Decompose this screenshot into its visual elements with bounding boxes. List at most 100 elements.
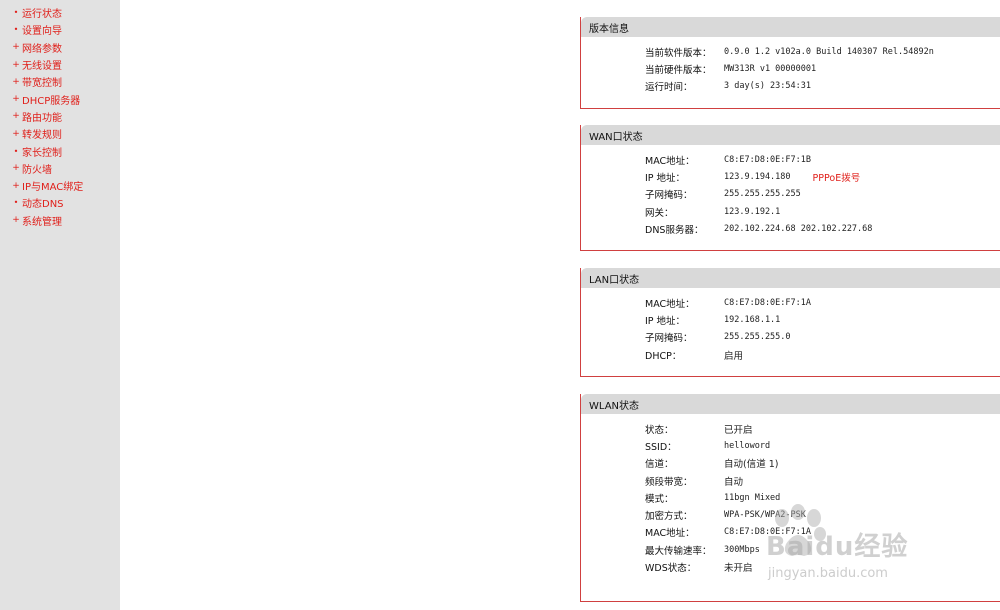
wlan-ssid-value: helloword: [724, 440, 771, 451]
row-label: 信道：: [645, 459, 674, 471]
row-label: MAC地址：: [645, 298, 695, 310]
lan-mac-value: C8:E7:D8:0E:F7:1A: [724, 297, 811, 308]
sidebar-item-label: 路由功能: [22, 112, 62, 124]
wlan-mac-value: C8:E7:D8:0E:F7:1A: [724, 527, 811, 538]
wlan-status-panel: WLAN状态 状态： 已开启 SSID： helloword 信道： 自动(信道 1)…: [580, 394, 1000, 602]
row-label: 运行时间：: [645, 82, 693, 94]
sidebar-item-ip-mac-binding[interactable]: + IP与MAC绑定: [0, 177, 120, 194]
connection-type-label: PPPoE拨号: [812, 172, 861, 184]
sidebar-item-routing[interactable]: + 路由功能: [0, 108, 120, 125]
lan-ip-value: 192.168.1.1: [724, 314, 781, 325]
wlan-mode-value: 11bgn Mixed: [724, 492, 781, 503]
sidebar-item-ddns[interactable]: • 动态DNS: [0, 194, 120, 211]
wlan-encryption-value: WPA-PSK/WPA2-PSK: [724, 510, 806, 521]
info-row: IP 地址： 123.9.194.180 PPPoE拨号: [581, 168, 1000, 185]
wan-ip-value: 123.9.194.180: [724, 171, 791, 182]
wlan-channel-value: 自动(信道 1): [724, 459, 779, 471]
expand-plus-icon: +: [12, 128, 20, 139]
row-label: IP 地址：: [645, 172, 686, 184]
row-label: SSID：: [645, 441, 677, 453]
sidebar-item-firewall[interactable]: + 防火墙: [0, 160, 120, 177]
wlan-max-rate-value: 300Mbps: [724, 544, 760, 555]
info-row: MAC地址： C8:E7:D8:0E:F7:1B: [581, 151, 1000, 168]
expand-plus-icon: +: [12, 76, 20, 87]
info-row: 子网掩码： 255.255.255.255: [581, 186, 1000, 203]
info-row: MAC地址： C8:E7:D8:0E:F7:1A: [581, 294, 1000, 311]
row-label: DHCP：: [645, 350, 682, 362]
sidebar-item-label: DHCP服务器: [22, 95, 81, 107]
lan-dhcp-value: 启用: [724, 350, 744, 362]
bullet-icon: •: [13, 198, 19, 208]
wlan-wds-value: 未开启: [724, 563, 753, 575]
wan-mac-value: C8:E7:D8:0E:F7:1B: [724, 154, 811, 165]
row-label: 当前软件版本：: [645, 47, 712, 59]
row-label: 子网掩码：: [645, 333, 693, 345]
sidebar-item-setup-wizard[interactable]: • 设置向导: [0, 21, 120, 38]
sidebar-item-system-management[interactable]: + 系统管理: [0, 212, 120, 229]
row-label: 当前硬件版本：: [645, 64, 712, 76]
wlan-state-value: 已开启: [724, 424, 753, 436]
wan-status-panel: WAN口状态 MAC地址： C8:E7:D8:0E:F7:1B IP 地址： 123…: [580, 125, 1000, 251]
info-row: 最大传输速率： 300Mbps: [581, 541, 1000, 558]
sidebar-nav: • 运行状态 • 设置向导 + 网络参数 + 无线设置 + 带宽控制 + DHCP服务器 +…: [0, 0, 120, 610]
panel-title: LAN口状态: [581, 268, 1000, 288]
row-label: IP 地址：: [645, 315, 686, 327]
info-row: MAC地址： C8:E7:D8:0E:F7:1A: [581, 524, 1000, 541]
expand-plus-icon: +: [12, 180, 20, 191]
info-row: 运行时间： 3 day(s) 23:54:31: [581, 78, 1000, 95]
wan-subnet-value: 255.255.255.255: [724, 189, 801, 200]
row-label: MAC地址：: [645, 528, 695, 540]
row-label: 频段带宽：: [645, 476, 693, 488]
software-version-value: 0.9.0 1.2 v102a.0 Build 140307 Rel.54892…: [724, 46, 934, 57]
info-row: 当前硬件版本： MW313R v1 00000001: [581, 60, 1000, 77]
sidebar-item-label: 网络参数: [22, 43, 62, 55]
version-info-panel: 版本信息 当前软件版本： 0.9.0 1.2 v102a.0 Build 1403…: [580, 17, 1000, 109]
sidebar-item-dhcp[interactable]: + DHCP服务器: [0, 90, 120, 107]
panel-title: 版本信息: [581, 17, 1000, 37]
row-label: 状态：: [645, 424, 674, 436]
info-row: 子网掩码： 255.255.255.0: [581, 329, 1000, 346]
row-label: 模式：: [645, 493, 674, 505]
row-label: MAC地址：: [645, 155, 695, 167]
expand-plus-icon: +: [12, 94, 20, 105]
row-label: 子网掩码：: [645, 190, 693, 202]
wlan-bandwidth-value: 自动: [724, 476, 744, 488]
info-row: 当前软件版本： 0.9.0 1.2 v102a.0 Build 140307 Re…: [581, 43, 1000, 60]
expand-plus-icon: +: [12, 215, 20, 226]
sidebar-item-bandwidth[interactable]: + 带宽控制: [0, 73, 120, 90]
row-label: 加密方式：: [645, 511, 693, 523]
info-row: DHCP： 启用: [581, 346, 1000, 363]
panel-title: WAN口状态: [581, 125, 1000, 145]
sidebar-item-label: 设置向导: [22, 26, 62, 38]
lan-subnet-value: 255.255.255.0: [724, 332, 791, 343]
bullet-icon: •: [13, 25, 19, 35]
info-row: 加密方式： WPA-PSK/WPA2-PSK: [581, 506, 1000, 523]
row-label: WDS状态：: [645, 563, 697, 575]
sidebar-item-label: 系统管理: [22, 216, 62, 228]
row-label: DNS服务器：: [645, 224, 704, 236]
expand-plus-icon: +: [12, 163, 20, 174]
wan-dns-value: 202.102.224.68 202.102.227.68: [724, 223, 873, 234]
sidebar-item-parental-control[interactable]: • 家长控制: [0, 142, 120, 159]
info-row: 频段带宽： 自动: [581, 472, 1000, 489]
info-row: 网关： 123.9.192.1: [581, 203, 1000, 220]
expand-plus-icon: +: [12, 111, 20, 122]
info-row: WDS状态： 未开启: [581, 558, 1000, 575]
info-row: SSID： helloword: [581, 437, 1000, 454]
sidebar-item-label: 动态DNS: [22, 199, 64, 211]
expand-plus-icon: +: [12, 42, 20, 53]
sidebar-item-label: 带宽控制: [22, 78, 62, 90]
uptime-value: 3 day(s) 23:54:31: [724, 81, 811, 92]
bullet-icon: •: [13, 8, 19, 18]
info-row: DNS服务器： 202.102.224.68 202.102.227.68: [581, 220, 1000, 237]
sidebar-item-network-params[interactable]: + 网络参数: [0, 39, 120, 56]
sidebar-item-label: 无线设置: [22, 61, 62, 73]
sidebar-item-label: 运行状态: [22, 9, 62, 21]
bullet-icon: •: [13, 146, 19, 156]
sidebar-item-wireless[interactable]: + 无线设置: [0, 56, 120, 73]
hardware-version-value: MW313R v1 00000001: [724, 63, 817, 74]
sidebar-item-forwarding[interactable]: + 转发规则: [0, 125, 120, 142]
sidebar-item-running-status[interactable]: • 运行状态: [0, 4, 120, 21]
sidebar-item-label: IP与MAC绑定: [22, 182, 84, 194]
expand-plus-icon: +: [12, 59, 20, 70]
